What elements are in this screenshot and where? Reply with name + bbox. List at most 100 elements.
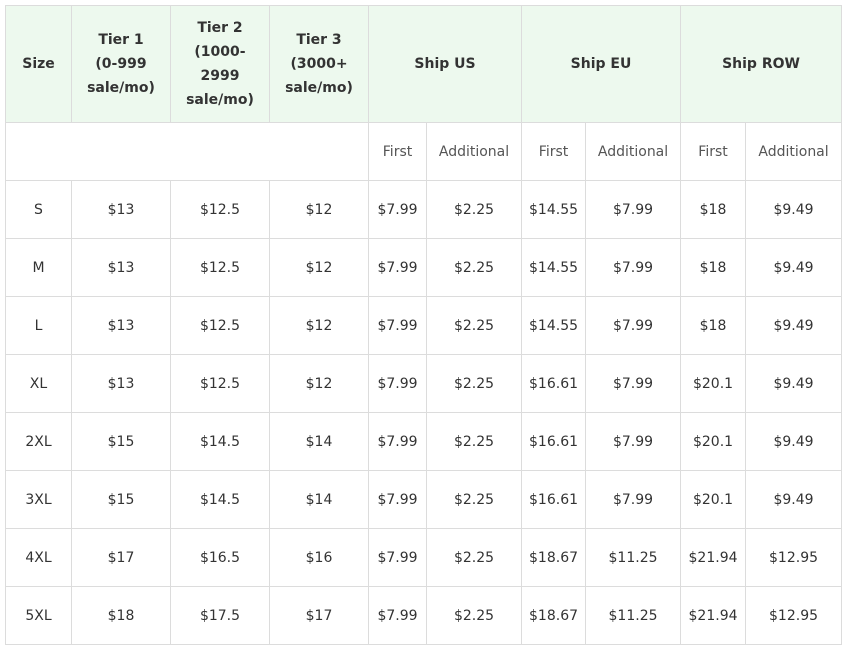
cell-tier-1-price: $15 [71,412,171,471]
cell-ship-us-first: $7.99 [368,412,427,471]
header-tier-3-line: (3000+ [290,56,348,72]
cell-ship-row-first: $21.94 [680,586,747,645]
table-row: S $13 $12.5 $12 $7.99 $2.25 $14.55 $7.99 $18 $9.4… [5,180,843,239]
header-tier-1-line: (0-999 [95,56,147,72]
cell-ship-eu-additional: $7.99 [585,470,682,529]
cell-tier-1-price: $13 [71,180,171,239]
cell-tier-1-price: $13 [71,296,171,355]
cell-tier-2-price: $12.5 [170,354,270,413]
subheader-eu-first: First [521,122,587,181]
cell-ship-us-additional: $2.25 [425,528,523,587]
header-tier-2-line: Tier 2 [197,20,243,36]
table-row: 5XL $18 $17.5 $17 $7.99 $2.25 $18.67 $11.25 $21.… [5,586,843,645]
cell-ship-us-additional: $2.25 [425,354,523,413]
cell-ship-us-additional: $2.25 [425,238,523,297]
table-row: 4XL $17 $16.5 $16 $7.99 $2.25 $18.67 $11.25 $21.… [5,528,843,587]
header-ship-us: Ship US [367,5,523,123]
cell-ship-eu-additional: $11.25 [585,528,682,587]
cell-tier-2-price: $12.5 [170,238,270,297]
cell-tier-3-price: $12 [269,296,369,355]
cell-ship-row-first: $20.1 [680,354,747,413]
cell-tier-3-price: $17 [269,586,369,645]
cell-ship-row-additional: $9.49 [745,470,843,529]
table-row: 3XL $15 $14.5 $14 $7.99 $2.25 $16.61 $7.99 $20.1… [5,470,843,529]
subheader-row-additional: Additional [745,122,843,181]
cell-ship-eu-first: $18.67 [521,528,587,587]
cell-ship-us-first: $7.99 [368,180,427,239]
cell-size: S [5,180,72,239]
cell-tier-2-price: $14.5 [170,470,270,529]
subheader-row: First Additional First Additional First … [5,122,843,181]
cell-ship-us-additional: $2.25 [425,296,523,355]
pricing-table: Size Tier 1 (0-999 sale/mo) Tier 2 (1000… [5,5,843,645]
table-row: 2XL $15 $14.5 $14 $7.99 $2.25 $16.61 $7.99 $20.1… [5,412,843,471]
cell-ship-row-first: $18 [680,296,747,355]
cell-ship-eu-first: $14.55 [521,238,587,297]
cell-ship-row-additional: $9.49 [745,238,843,297]
header-tier-1-line: sale/mo) [87,80,155,96]
cell-ship-eu-additional: $7.99 [585,238,682,297]
cell-ship-row-first: $18 [680,238,747,297]
cell-size: 4XL [5,528,72,587]
cell-ship-eu-additional: $7.99 [585,412,682,471]
cell-ship-eu-first: $14.55 [521,180,587,239]
cell-tier-1-price: $18 [71,586,171,645]
subheader-us-first: First [368,122,427,181]
cell-tier-2-price: $12.5 [170,180,270,239]
cell-size: 5XL [5,586,72,645]
header-tier-3: Tier 3 (3000+ sale/mo) [269,5,369,123]
table-body: S $13 $12.5 $12 $7.99 $2.25 $14.55 $7.99 $18 $9.4… [5,180,843,645]
cell-size: 2XL [5,412,72,471]
cell-ship-eu-first: $16.61 [521,470,587,529]
cell-tier-1-price: $15 [71,470,171,529]
cell-tier-2-price: $12.5 [170,296,270,355]
cell-ship-row-additional: $9.49 [745,296,843,355]
cell-tier-3-price: $14 [269,412,369,471]
cell-size: XL [5,354,72,413]
cell-ship-row-additional: $9.49 [745,180,843,239]
header-tier-3-line: Tier 3 [296,32,342,48]
header-row: Size Tier 1 (0-999 sale/mo) Tier 2 (1000… [5,5,843,123]
cell-tier-1-price: $13 [71,354,171,413]
header-ship-row: Ship ROW [680,5,843,123]
header-ship-eu: Ship EU [521,5,682,123]
cell-size: L [5,296,72,355]
cell-ship-eu-additional: $11.25 [585,586,682,645]
header-tier-2-line: (1000- [194,44,246,60]
cell-ship-eu-first: $16.61 [521,354,587,413]
cell-tier-3-price: $12 [269,180,369,239]
cell-tier-2-price: $16.5 [170,528,270,587]
cell-tier-1-price: $17 [71,528,171,587]
cell-ship-eu-first: $14.55 [521,296,587,355]
cell-ship-us-first: $7.99 [368,296,427,355]
header-tier-1-line: Tier 1 [98,32,144,48]
cell-ship-eu-first: $16.61 [521,412,587,471]
cell-ship-row-first: $18 [680,180,747,239]
cell-tier-3-price: $14 [269,470,369,529]
header-size: Size [5,5,72,123]
cell-ship-us-first: $7.99 [368,354,427,413]
cell-size: 3XL [5,470,72,529]
cell-ship-row-additional: $9.49 [745,412,843,471]
cell-tier-2-price: $17.5 [170,586,270,645]
table-row: M $13 $12.5 $12 $7.99 $2.25 $14.55 $7.99 $18 $9.4… [5,238,843,297]
subheader-row-first: First [680,122,747,181]
cell-ship-us-first: $7.99 [368,528,427,587]
cell-ship-us-additional: $2.25 [425,180,523,239]
cell-ship-row-first: $21.94 [680,528,747,587]
cell-ship-us-first: $7.99 [368,586,427,645]
cell-ship-row-additional: $12.95 [745,586,843,645]
cell-ship-eu-first: $18.67 [521,586,587,645]
cell-ship-us-additional: $2.25 [425,470,523,529]
subheader-empty [5,122,369,181]
cell-ship-us-first: $7.99 [368,238,427,297]
header-tier-1: Tier 1 (0-999 sale/mo) [71,5,171,123]
subheader-eu-additional: Additional [585,122,682,181]
cell-ship-eu-additional: $7.99 [585,180,682,239]
cell-ship-row-first: $20.1 [680,412,747,471]
cell-ship-row-first: $20.1 [680,470,747,529]
cell-ship-row-additional: $9.49 [745,354,843,413]
table-row: L $13 $12.5 $12 $7.99 $2.25 $14.55 $7.99 $18 $9.4… [5,296,843,355]
cell-tier-1-price: $13 [71,238,171,297]
header-tier-2: Tier 2 (1000- 2999 sale/mo) [170,5,270,123]
